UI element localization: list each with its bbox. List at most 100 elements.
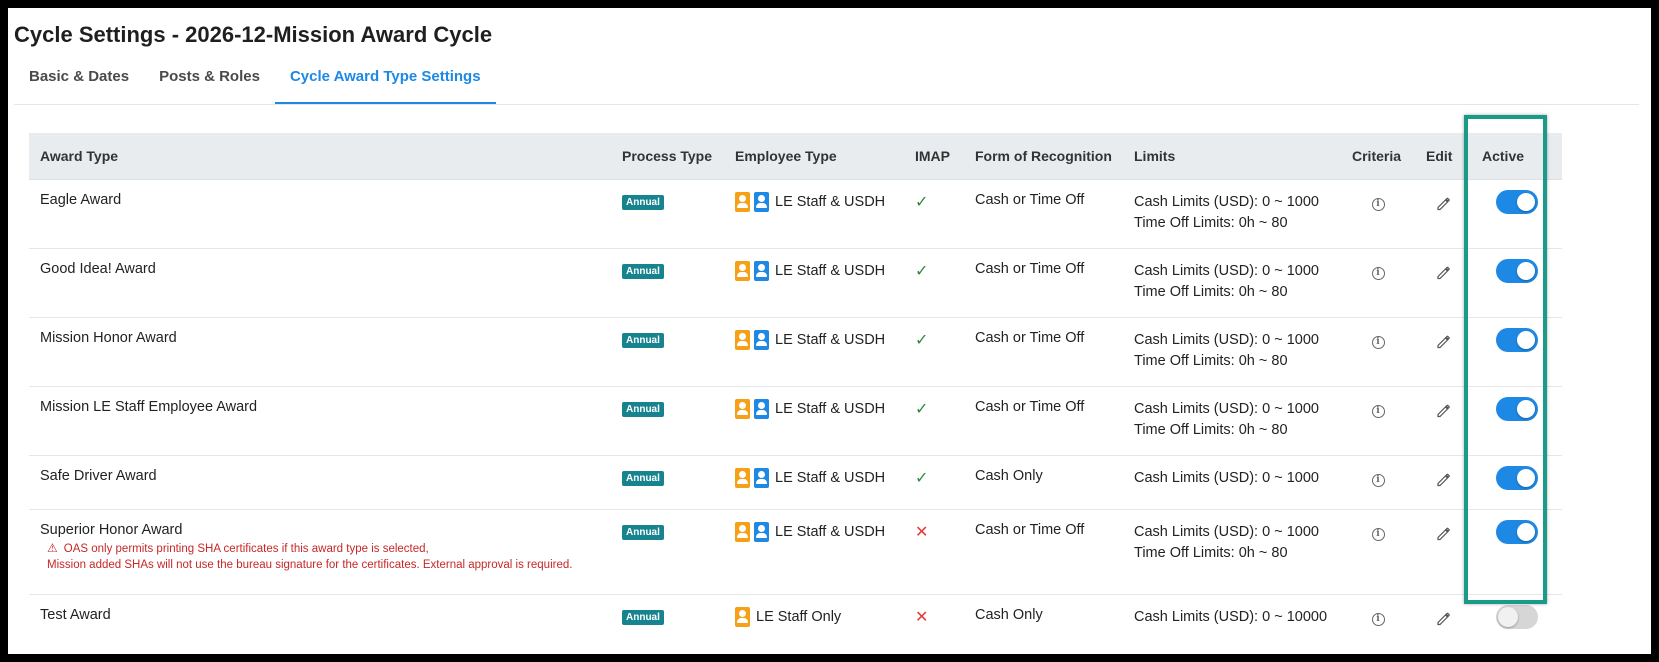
pencil-icon[interactable] [1436, 404, 1450, 422]
orange-person-icon [735, 261, 750, 281]
row-spacer [1562, 318, 1635, 387]
award-type-cell: Good Idea! Award [29, 248, 611, 318]
header-award-type: Award Type [29, 133, 611, 180]
employee-type-label: LE Staff & USDH [775, 263, 886, 279]
criteria-cell: i [1341, 179, 1415, 249]
active-cell [1471, 509, 1562, 595]
process-type-badge: Annual [622, 402, 664, 417]
info-icon[interactable]: i [1371, 267, 1385, 280]
employee-type-cell: LE Staff & USDH [724, 248, 904, 318]
active-cell [1471, 179, 1562, 249]
imap-cell: ✓ [904, 386, 964, 456]
form-of-recognition-cell: Cash Only [975, 607, 1043, 623]
imap-cell: ✕ [904, 595, 964, 655]
imap-cell: ✓ [904, 248, 964, 318]
cash-limit: Cash Limits (USD): 0 ~ 1000 [1134, 194, 1319, 210]
active-cell [1471, 317, 1562, 387]
cash-limit: Cash Limits (USD): 0 ~ 10000 [1134, 609, 1328, 625]
edit-cell [1415, 509, 1471, 595]
cash-limit: Cash Limits (USD): 0 ~ 1000 [1134, 401, 1319, 417]
info-icon[interactable]: i [1371, 405, 1385, 418]
active-toggle[interactable] [1495, 328, 1538, 352]
active-toggle[interactable] [1495, 397, 1538, 421]
info-icon[interactable]: i [1371, 198, 1385, 211]
cash-limit: Cash Limits (USD): 0 ~ 1000 [1134, 524, 1319, 540]
toggle-knob [1497, 607, 1518, 627]
info-icon[interactable]: i [1371, 336, 1385, 349]
limits-cell: Cash Limits (USD): 0 ~ 1000 Time Off Limi… [1123, 509, 1341, 595]
employee-type-cell: LE Staff & USDH [724, 179, 904, 249]
cash-limit: Cash Limits (USD): 0 ~ 1000 [1134, 470, 1319, 486]
header-active: Active [1471, 133, 1562, 180]
time-off-limit: Time Off Limits: 0h ~ 80 [1134, 422, 1288, 438]
pencil-icon[interactable] [1436, 266, 1450, 284]
pencil-icon[interactable] [1436, 473, 1450, 491]
form-of-recognition-cell: Cash or Time Off [964, 509, 1123, 595]
toggle-knob [1516, 193, 1535, 211]
pencil-icon[interactable] [1436, 612, 1450, 630]
active-toggle[interactable] [1495, 190, 1538, 214]
process-type-cell: Annual [611, 179, 724, 249]
employee-type-label: LE Staff & USDH [775, 194, 886, 210]
toggle-knob [1516, 469, 1535, 487]
criteria-cell: i [1341, 509, 1415, 595]
employee-type-cell: LE Staff & USDH [724, 509, 904, 595]
warning-icon: ⚠ [47, 541, 58, 555]
checkmark-icon: ✓ [915, 470, 929, 487]
award-warning: ⚠ OAS only permits printing SHA certifica… [40, 540, 600, 573]
award-type-cell: Test Award [29, 595, 611, 655]
award-type-cell: Superior Honor Award ⚠ OAS only permits p… [29, 509, 611, 595]
award-type-name: Test Award [40, 607, 111, 623]
pencil-icon[interactable] [1436, 197, 1450, 215]
toggle-knob [1516, 523, 1535, 541]
active-toggle[interactable] [1495, 605, 1538, 629]
active-toggle[interactable] [1495, 259, 1538, 283]
process-type-badge: Annual [622, 525, 664, 540]
info-icon[interactable]: i [1371, 613, 1385, 626]
form-of-recognition-cell: Cash or Time Off [964, 248, 1123, 318]
form-of-recognition-cell: Cash or Time Off [964, 179, 1123, 249]
active-toggle[interactable] [1495, 466, 1538, 490]
edit-cell [1415, 386, 1471, 456]
row-spacer [1562, 510, 1635, 595]
employee-type-label: LE Staff & USDH [775, 524, 886, 540]
header-criteria: Criteria [1341, 133, 1415, 180]
active-toggle[interactable] [1495, 520, 1538, 544]
checkmark-icon: ✓ [915, 332, 929, 349]
employee-type-label: LE Staff & USDH [775, 470, 886, 486]
info-icon[interactable]: i [1371, 474, 1385, 487]
time-off-limit: Time Off Limits: 0h ~ 80 [1134, 215, 1288, 231]
header-form-of-recognition: Form of Recognition [964, 133, 1123, 180]
award-type-cell: Mission LE Staff Employee Award [29, 386, 611, 456]
tab-bar: Basic & Dates Posts & Roles Cycle Award … [14, 58, 1639, 105]
info-icon[interactable]: i [1371, 528, 1385, 541]
cross-icon: ✕ [915, 609, 929, 626]
award-type-cell: Eagle Award [29, 179, 611, 249]
employee-type-label: LE Staff & USDH [775, 401, 886, 417]
edit-cell [1415, 455, 1471, 510]
cross-icon: ✕ [915, 524, 929, 541]
pencil-icon[interactable] [1436, 527, 1450, 545]
row-spacer [1562, 456, 1635, 510]
tab-posts-roles[interactable]: Posts & Roles [144, 58, 275, 104]
header-imap: IMAP [904, 133, 964, 180]
active-cell [1471, 455, 1562, 510]
pencil-icon[interactable] [1436, 335, 1450, 353]
criteria-cell: i [1341, 455, 1415, 510]
row-spacer [1562, 249, 1635, 318]
tab-cycle-award-type-settings[interactable]: Cycle Award Type Settings [274, 58, 496, 104]
table-row: Mission LE Staff Employee Award Annual LE … [29, 386, 1635, 456]
process-type-badge: Annual [622, 333, 664, 348]
warning-text-line1: OAS only permits printing SHA certificat… [63, 543, 429, 555]
orange-person-icon [735, 468, 750, 488]
form-of-recognition-cell: Cash or Time Off [964, 386, 1123, 456]
row-spacer [1562, 180, 1635, 249]
blue-person-icon [754, 192, 769, 212]
imap-cell: ✕ [904, 509, 964, 595]
orange-person-icon [735, 192, 750, 212]
tab-basic-dates[interactable]: Basic & Dates [14, 58, 144, 104]
table-row: Superior Honor Award ⚠ OAS only permits p… [29, 509, 1635, 595]
edit-cell [1415, 179, 1471, 249]
process-type-cell: Annual [611, 248, 724, 318]
active-cell [1471, 595, 1562, 655]
